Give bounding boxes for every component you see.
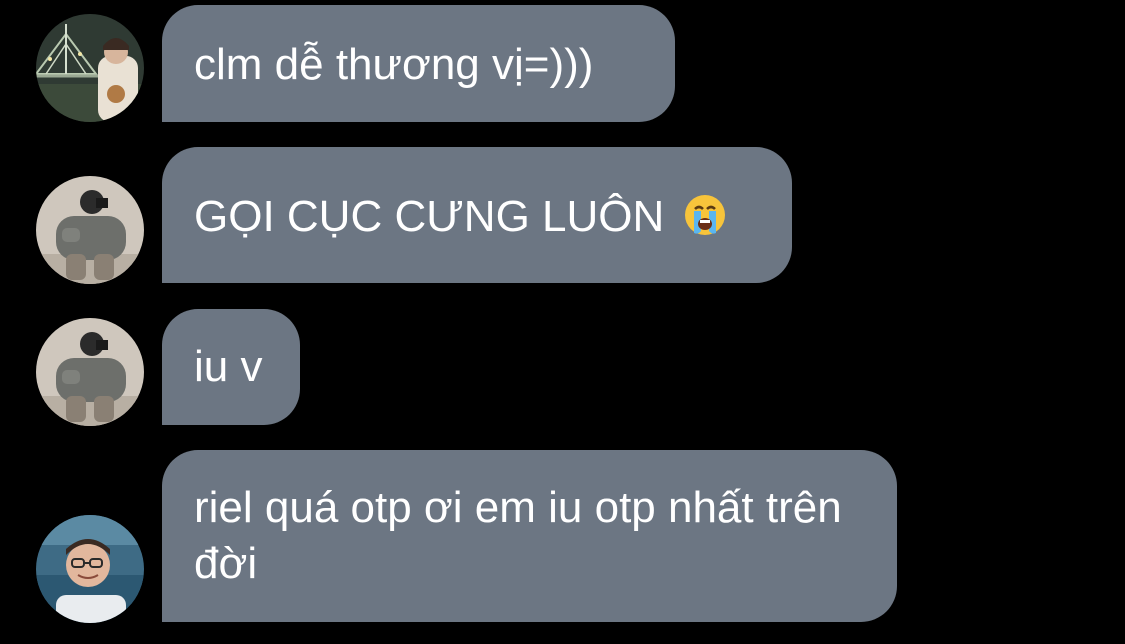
message-bubble[interactable]: clm dễ thương vị=))) — [162, 5, 675, 122]
avatar-bridge-photo — [36, 14, 144, 122]
message-bubble[interactable]: iu v — [162, 309, 300, 425]
message-text: GỌI CỤC CƯNG LUÔN — [194, 192, 665, 241]
avatar-puffer-jacket-photo — [36, 176, 144, 284]
avatar-puffer-jacket-photo — [36, 318, 144, 426]
avatar[interactable] — [36, 318, 144, 426]
message-text: clm dễ thương vị=))) — [194, 40, 594, 89]
avatar[interactable] — [36, 14, 144, 122]
avatar[interactable] — [36, 176, 144, 284]
avatar[interactable] — [36, 515, 144, 623]
message-text: iu v — [194, 342, 263, 391]
avatar-glasses-photo — [36, 515, 144, 623]
loudly-crying-face-emoji — [683, 193, 727, 251]
message-bubble[interactable]: riel quá otp ơi em iu otp nhất trên đời — [162, 450, 897, 622]
message-text: riel quá otp ơi em iu otp nhất trên đời — [194, 483, 842, 588]
message-bubble[interactable]: GỌI CỤC CƯNG LUÔN — [162, 147, 792, 283]
